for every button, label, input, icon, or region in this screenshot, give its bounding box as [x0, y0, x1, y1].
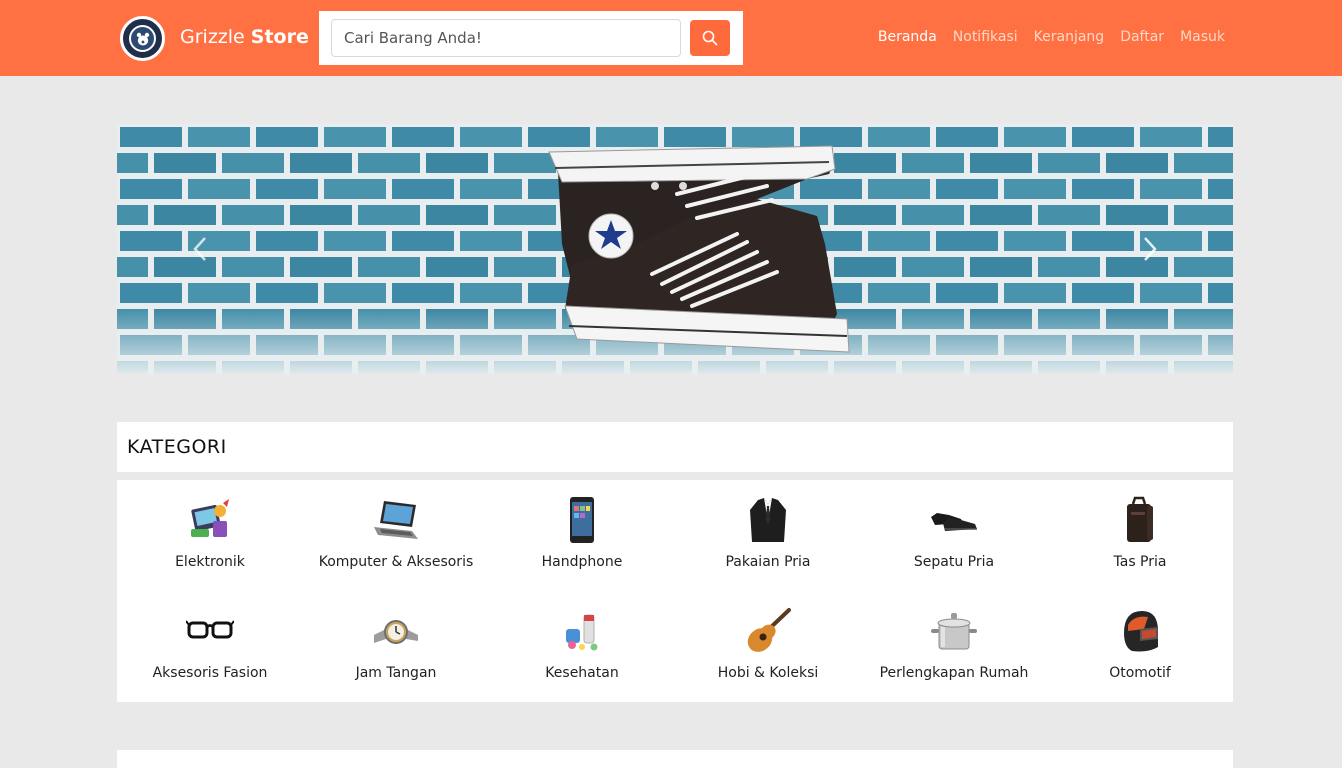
- bag-icon: [1114, 494, 1166, 546]
- banner-image: [117, 124, 1233, 374]
- category-label: Kesehatan: [545, 665, 619, 681]
- category-label: Sepatu Pria: [913, 554, 995, 570]
- search-button[interactable]: [690, 20, 730, 56]
- category-label: Tas Pria: [1113, 554, 1167, 570]
- category-elektronik[interactable]: Elektronik: [117, 480, 303, 591]
- category-kesehatan[interactable]: Kesehatan: [489, 591, 675, 702]
- kategori-grid: Elektronik Komputer & Aksesoris Handphon…: [117, 480, 1233, 702]
- category-komputer-aksesoris[interactable]: Komputer & Aksesoris: [303, 480, 489, 591]
- category-label: Handphone: [541, 554, 623, 570]
- category-aksesoris-fasion[interactable]: Aksesoris Fasion: [117, 591, 303, 702]
- category-handphone[interactable]: Handphone: [489, 480, 675, 591]
- guitar-icon: [742, 605, 794, 657]
- laptop-icon: [370, 494, 422, 546]
- carousel-next-button[interactable]: [1129, 229, 1169, 269]
- nav-links: Beranda Notifikasi Keranjang Daftar Masu…: [878, 29, 1225, 45]
- nav-notifikasi[interactable]: Notifikasi: [953, 29, 1018, 45]
- smartphone-icon: [556, 494, 608, 546]
- search-input[interactable]: [331, 19, 681, 57]
- chevron-right-icon: [1144, 237, 1157, 261]
- bear-logo-icon: [129, 25, 156, 52]
- kategori-header: KATEGORI: [117, 422, 1233, 472]
- nav-beranda[interactable]: Beranda: [878, 29, 937, 45]
- category-jam-tangan[interactable]: Jam Tangan: [303, 591, 489, 702]
- shoes-icon: [928, 494, 980, 546]
- category-hobi-koleksi[interactable]: Hobi & Koleksi: [675, 591, 861, 702]
- category-sepatu-pria[interactable]: Sepatu Pria: [861, 480, 1047, 591]
- category-otomotif[interactable]: Otomotif: [1047, 591, 1233, 702]
- kategori-title: KATEGORI: [127, 436, 227, 458]
- pot-icon: [928, 605, 980, 657]
- electronics-icon: [184, 494, 236, 546]
- category-label: Perlengkapan Rumah: [879, 665, 1029, 681]
- category-label: Hobi & Koleksi: [717, 665, 819, 681]
- search-icon: [702, 30, 718, 46]
- category-label: Elektronik: [175, 554, 245, 570]
- category-label: Pakaian Pria: [725, 554, 811, 570]
- promo-banner-carousel[interactable]: [117, 124, 1233, 374]
- nav-keranjang[interactable]: Keranjang: [1034, 29, 1105, 45]
- category-label: Aksesoris Fasion: [152, 665, 268, 681]
- category-label: Jam Tangan: [355, 665, 437, 681]
- helmet-icon: [1114, 605, 1166, 657]
- store-logo[interactable]: [120, 16, 165, 61]
- category-label: Otomotif: [1109, 665, 1171, 681]
- suit-icon: [742, 494, 794, 546]
- category-pakaian-pria[interactable]: Pakaian Pria: [675, 480, 861, 591]
- nav-daftar[interactable]: Daftar: [1120, 29, 1164, 45]
- glasses-icon: [184, 605, 236, 657]
- watch-icon: [370, 605, 422, 657]
- top-navbar: Grizzle Store Beranda Notifikasi Keranja…: [0, 0, 1342, 76]
- category-label: Komputer & Aksesoris: [318, 554, 474, 570]
- brand-name-bold: Store: [250, 26, 309, 48]
- chevron-left-icon: [193, 237, 206, 261]
- health-icon: [556, 605, 608, 657]
- nav-masuk[interactable]: Masuk: [1180, 29, 1225, 45]
- search-bar: [319, 11, 743, 65]
- brand-name-light: Grizzle: [180, 26, 245, 48]
- brand-name[interactable]: Grizzle Store: [180, 24, 309, 50]
- next-section-panel: [117, 750, 1233, 768]
- carousel-prev-button[interactable]: [181, 229, 221, 269]
- kategori-panel: Elektronik Komputer & Aksesoris Handphon…: [117, 480, 1233, 702]
- category-tas-pria[interactable]: Tas Pria: [1047, 480, 1233, 591]
- category-perlengkapan-rumah[interactable]: Perlengkapan Rumah: [861, 591, 1047, 702]
